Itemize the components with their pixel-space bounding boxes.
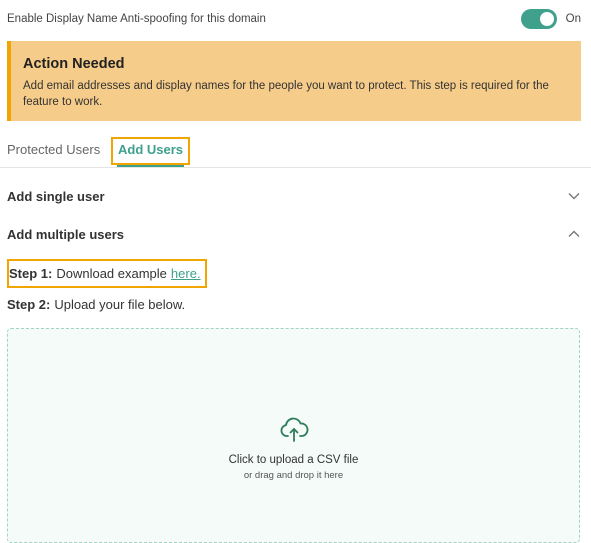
alert-message: Add email addresses and display names fo… [23,80,549,108]
csv-upload-dropzone[interactable]: Click to upload a CSV file or drag and d… [7,328,580,543]
tab-add-users[interactable]: Add Users [111,137,190,165]
upload-title: Click to upload a CSV file [228,454,359,466]
step-1-label: Step 1: [9,266,53,281]
tab-protected-users[interactable]: Protected Users [7,137,100,167]
active-tab-indicator [117,165,184,167]
step-1-text: Download example [56,266,167,281]
antispoof-toggle[interactable] [520,9,557,29]
toggle-knob [539,12,554,26]
step-2-text: Upload your file below. [54,297,186,312]
toggle-state-label: On [565,13,581,25]
antispoof-label: Enable Display Name Anti-spoofing for th… [7,13,266,25]
accordion-add-multiple-users[interactable]: Add multiple users [7,224,581,244]
accordion-title-multiple: Add multiple users [7,226,125,242]
chevron-down-icon [567,189,581,203]
step-2: Step 2: Upload your file below. [7,297,185,312]
user-tabs: Protected Users Add Users [0,137,591,168]
antispoof-setting-row: Enable Display Name Anti-spoofing for th… [7,8,581,30]
alert-title: Action Needed [23,56,125,72]
cloud-upload-icon [279,417,309,443]
download-example-link[interactable]: here. [171,266,201,281]
accordion-title-single: Add single user [7,188,105,204]
step-1: Step 1: Download example here. [7,259,207,288]
step-2-label: Step 2: [7,297,51,312]
chevron-up-icon [567,227,581,241]
action-needed-alert: Action Needed Add email addresses and di… [7,41,581,121]
accordion-add-single-user[interactable]: Add single user [7,186,581,206]
upload-subtitle: or drag and drop it here [243,470,344,481]
